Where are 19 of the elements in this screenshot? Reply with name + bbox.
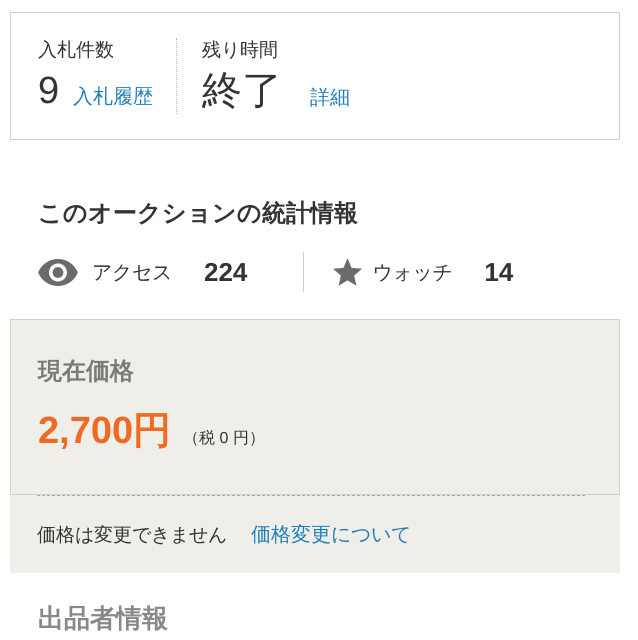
stat-label: アクセス — [92, 260, 172, 286]
time-left-value: 終了 — [202, 68, 282, 114]
price-label: 現在価格 — [38, 357, 134, 387]
price-notice: 価格は変更できません — [37, 524, 227, 548]
stat-value: 224 — [204, 256, 248, 288]
eye-icon — [38, 258, 78, 286]
bid-history-link[interactable]: 入札履歴 — [73, 83, 154, 111]
price-change-link[interactable]: 価格変更について — [251, 520, 411, 548]
statistics-heading: このオークションの統計情報 — [38, 199, 358, 229]
tax-note: （税 0 円） — [183, 428, 265, 449]
stat-value: 14 — [484, 256, 514, 288]
bid-count-label: 入札件数 — [38, 39, 114, 63]
details-link[interactable]: 詳細 — [310, 84, 350, 112]
stat-label: ウォッチ — [372, 260, 452, 286]
seller-heading: 出品者情報 — [38, 602, 168, 635]
bid-count-value: 9 — [38, 69, 60, 114]
time-left-label: 残り時間 — [202, 39, 278, 63]
star-icon — [333, 258, 362, 286]
price-amount: 2,700円 — [38, 409, 172, 454]
